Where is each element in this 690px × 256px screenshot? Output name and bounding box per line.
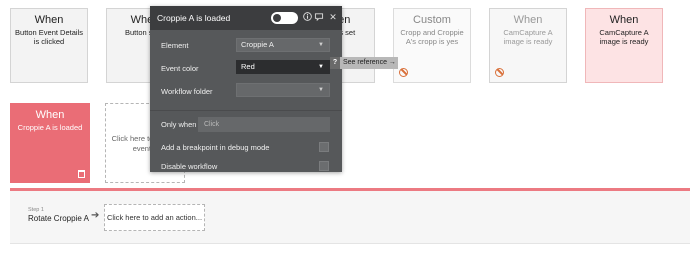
- disabled-icon: [495, 68, 504, 77]
- event-card-croppie-loaded[interactable]: When Croppie A is loaded: [10, 103, 90, 183]
- event-card-title: Custom: [413, 14, 451, 26]
- event-card-custom[interactable]: Custom Cropp and Croppie A's cropp is ye…: [393, 8, 471, 83]
- event-card-button-event-details[interactable]: When Button Event Details is clicked: [10, 8, 88, 83]
- chevron-down-icon: ▼: [318, 42, 324, 48]
- event-card-subtitle: Cropp and Croppie A's cropp is yes: [400, 28, 464, 46]
- chevron-down-icon: ▼: [318, 64, 324, 70]
- event-card-subtitle: Button Event Details is clicked: [15, 28, 83, 46]
- event-card-title: When: [35, 109, 65, 121]
- element-value: Croppie A: [241, 40, 274, 49]
- event-color-value: Red: [241, 62, 255, 71]
- breakpoint-label: Add a breakpoint in debug mode: [161, 143, 270, 152]
- event-card-subtitle: CamCapture A image is ready: [599, 28, 649, 46]
- info-icon[interactable]: [302, 12, 312, 23]
- event-card-title: When: [609, 14, 639, 26]
- element-label: Element: [161, 41, 189, 50]
- panel-header[interactable]: Croppie A is loaded ✕: [150, 6, 342, 30]
- only-when-label: Only when: [161, 120, 197, 129]
- trash-icon[interactable]: [78, 170, 85, 178]
- close-icon[interactable]: ✕: [328, 12, 338, 23]
- add-action-button[interactable]: Click here to add an action...: [104, 204, 205, 231]
- toggle-knob: [273, 14, 281, 22]
- chevron-down-icon: ▼: [318, 87, 324, 93]
- workflow-folder-label: Workflow folder: [161, 87, 213, 96]
- disable-workflow-checkbox[interactable]: [319, 161, 329, 171]
- event-card-camcapture-disabled[interactable]: When CamCapture A image is ready: [489, 8, 567, 83]
- disabled-icon: [399, 68, 408, 77]
- see-reference-button[interactable]: ? See reference →: [330, 57, 398, 69]
- event-property-panel: Croppie A is loaded ✕ Element Croppie A …: [150, 6, 342, 172]
- event-card-title: When: [34, 14, 64, 26]
- event-card-subtitle: CamCapture A image is ready: [503, 28, 553, 46]
- see-reference-text: See reference →: [343, 59, 396, 66]
- comment-icon[interactable]: [314, 12, 324, 23]
- workflow-folder-dropdown[interactable]: ▼: [236, 83, 330, 97]
- panel-title: Croppie A is loaded: [157, 13, 231, 23]
- event-card-title: When: [513, 14, 543, 26]
- arrow-right-icon: ➔: [91, 210, 100, 221]
- event-card-subtitle: Croppie A is loaded: [17, 123, 83, 132]
- disable-workflow-label: Disable workflow: [161, 162, 218, 171]
- breakpoint-checkbox[interactable]: [319, 142, 329, 152]
- event-color-label: Event color: [161, 64, 199, 73]
- step-name[interactable]: Rotate Croppie A: [28, 214, 89, 223]
- panel-divider: [150, 110, 342, 111]
- event-card-camcapture[interactable]: When CamCapture A image is ready: [585, 8, 663, 83]
- toggle-switch[interactable]: [271, 12, 298, 24]
- event-color-dropdown[interactable]: Red ▼: [236, 60, 330, 74]
- only-when-input[interactable]: Click: [198, 117, 330, 132]
- step-label: Step 1: [28, 207, 44, 213]
- help-icon: ?: [330, 57, 340, 69]
- element-dropdown[interactable]: Croppie A ▼: [236, 38, 330, 52]
